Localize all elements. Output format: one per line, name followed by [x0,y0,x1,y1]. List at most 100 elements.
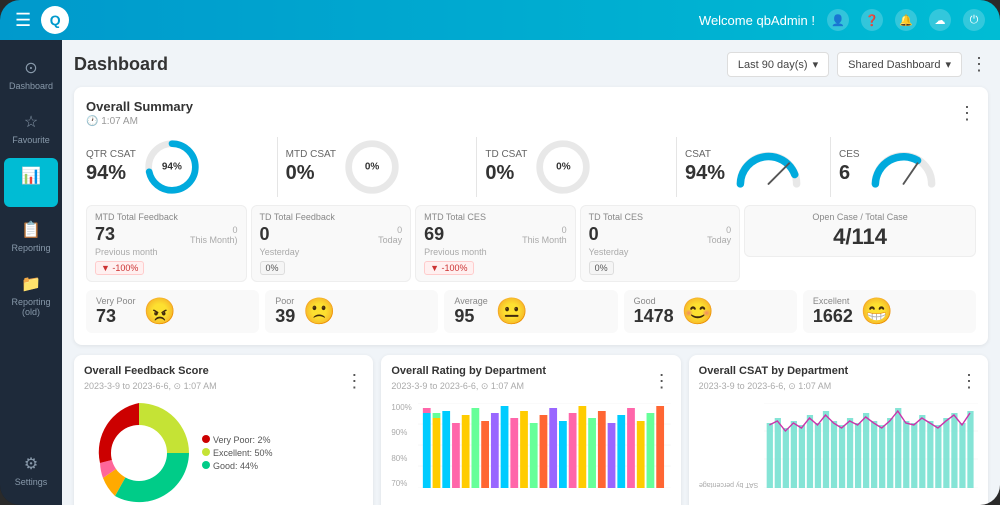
poor-label: Poor [275,296,295,306]
qtr-csat-donut: 94% [142,137,202,197]
poor-emoji: 🙁 [303,296,335,327]
sidebar-item-favourite[interactable]: ☆ Favourite [4,104,58,153]
sidebar-item-monitoring[interactable]: 📊 Monitoring [4,158,58,207]
chart-feedback-title: Overall Feedback Score [84,365,217,377]
page-header: Dashboard Last 90 day(s) ▾ Shared Dashbo… [74,52,988,77]
td-feedback-label: TD Total Feedback [260,212,403,222]
page-title: Dashboard [74,54,727,75]
sentiment-average: Average 95 😐 [444,290,617,333]
pie-chart-wrapper: Very Poor: 2% Excellent: 50% Good: 44% [84,398,363,505]
chart-csat-dept: Overall CSAT by Department 2023-3-9 to 2… [689,355,988,505]
qtr-csat-value: 94% [86,162,136,185]
user-icon[interactable]: 👤 [827,9,849,31]
sentiment-very-poor: Very Poor 73 😠 [86,290,259,333]
dashboard-icon: ⊙ [24,58,37,78]
main-content: Dashboard Last 90 day(s) ▾ Shared Dashbo… [62,40,1000,505]
help-icon[interactable]: ❓ [861,9,883,31]
header-menu-button[interactable]: ⋮ [970,54,988,75]
csat-gauge-value: 94% [685,162,725,185]
td-feedback-badge: 0% [260,261,285,275]
td-ces-badge: 0% [589,261,614,275]
very-poor-value: 73 [96,306,136,327]
dashboard-dropdown[interactable]: Shared Dashboard ▾ [837,52,962,77]
mtd-feedback-label: MTD Total Feedback [95,212,238,222]
csat-chart-svg [764,403,978,488]
csat-chart-area: SAT by percentage [699,398,978,488]
open-case-item: Open Case / Total Case 4/114 [744,205,976,257]
excellent-emoji: 😁 [861,296,893,327]
sidebar-label-settings: Settings [15,477,48,487]
td-ces-value: 0 [589,224,599,245]
open-case-label: Open Case / Total Case [812,212,907,222]
very-poor-label: Very Poor [96,296,136,306]
mtd-ces-value: 69 [424,224,444,245]
sidebar-item-reporting[interactable]: 📋 Reporting [4,212,58,261]
bar-chart-svg [418,403,671,488]
mtd-total-feedback: MTD Total Feedback 73 0 This Month) Prev… [86,205,247,282]
good-emoji: 😊 [682,296,714,327]
feedback-row: MTD Total Feedback 73 0 This Month) Prev… [86,205,976,282]
chart-rating-title: Overall Rating by Department [391,365,546,377]
mtd-csat-donut: 0% [342,137,402,197]
average-value: 95 [454,306,487,327]
sidebar-item-reporting-old[interactable]: 📁 Reporting (old) [4,266,58,325]
chart-feedback-menu[interactable]: ⋮ [345,371,363,392]
chart-csat-title: Overall CSAT by Department [699,365,849,377]
sidebar: ⊙ Dashboard ☆ Favourite 📊 Monitoring 📋 R… [0,40,62,505]
metric-csat-gauge: CSAT 94% [685,145,822,190]
sidebar-item-dashboard[interactable]: ⊙ Dashboard [4,50,58,99]
qtr-csat-label: QTR CSAT [86,149,136,160]
mtd-feedback-value: 73 [95,224,115,245]
td-csat-label: TD CSAT [485,149,527,160]
chart-feedback-subtitle: 2023-3-9 to 2023-6-6, ⊙ 1:07 AM [84,381,217,392]
notification-icon[interactable]: 🔔 [895,9,917,31]
cloud-icon[interactable]: ☁ [929,9,951,31]
td-csat-value: 0% [485,162,527,185]
excellent-label: Excellent [813,296,853,306]
sidebar-label-dashboard: Dashboard [9,81,53,91]
hamburger-menu[interactable]: ☰ [15,10,31,31]
charts-row: Overall Feedback Score 2023-3-9 to 2023-… [74,355,988,505]
very-poor-emoji: 😠 [144,296,176,327]
chart-rating-menu[interactable]: ⋮ [653,371,671,392]
mtd-ces-label: MTD Total CES [424,212,567,222]
overall-summary-card: Overall Summary 🕐 1:07 AM ⋮ QTR CSAT 94% [74,87,988,345]
ces-gauge [866,145,941,190]
monitoring-icon: 📊 [21,166,41,186]
pie-chart [84,398,194,505]
period-dropdown[interactable]: Last 90 day(s) ▾ [727,52,829,77]
power-icon[interactable]: ⏻ [963,9,985,31]
metric-qtr-csat: QTR CSAT 94% 94% [86,137,269,197]
sentiment-good: Good 1478 😊 [624,290,797,333]
chart-feedback-score: Overall Feedback Score 2023-3-9 to 2023-… [74,355,373,505]
mtd-csat-value: 0% [286,162,336,185]
section-time: 🕐 1:07 AM [86,116,193,127]
csat-gauge-label: CSAT [685,149,725,160]
good-label: Good [634,296,674,306]
reporting-icon: 📋 [21,220,41,240]
metric-ces-gauge: CES 6 [839,145,976,190]
mtd-ces-badge: ▼ -100% [424,261,473,275]
td-total-feedback: TD Total Feedback 0 0 Today Yesterday [251,205,412,282]
favourite-icon: ☆ [24,112,38,132]
bar-chart-area: 100%90%80%70% [391,398,670,488]
csat-gauge [731,145,806,190]
settings-icon: ⚙ [24,454,38,474]
sidebar-label-monitoring: Monitoring [10,189,52,199]
td-ces-label: TD Total CES [589,212,732,222]
pie-legend: Very Poor: 2% Excellent: 50% Good: 44% [202,435,273,471]
summary-menu-button[interactable]: ⋮ [958,103,976,124]
app-logo: Q [41,6,69,34]
metrics-row: QTR CSAT 94% 94% [86,137,976,197]
average-emoji: 😐 [496,296,528,327]
chart-rating-subtitle: 2023-3-9 to 2023-6-6, ⊙ 1:07 AM [391,381,546,392]
sidebar-label-reporting: Reporting [11,243,50,253]
sidebar-item-settings[interactable]: ⚙ Settings [4,446,58,495]
top-bar: ☰ Q Welcome qbAdmin ! 👤 ❓ 🔔 ☁ ⏻ [0,0,1000,40]
reporting-old-icon: 📁 [21,274,41,294]
mtd-csat-center: 0% [365,162,379,173]
sentiment-row: Very Poor 73 😠 Poor 39 🙁 [86,290,976,333]
sentiment-excellent: Excellent 1662 😁 [803,290,976,333]
chart-csat-menu[interactable]: ⋮ [960,371,978,392]
section-title-overall: Overall Summary [86,99,193,114]
